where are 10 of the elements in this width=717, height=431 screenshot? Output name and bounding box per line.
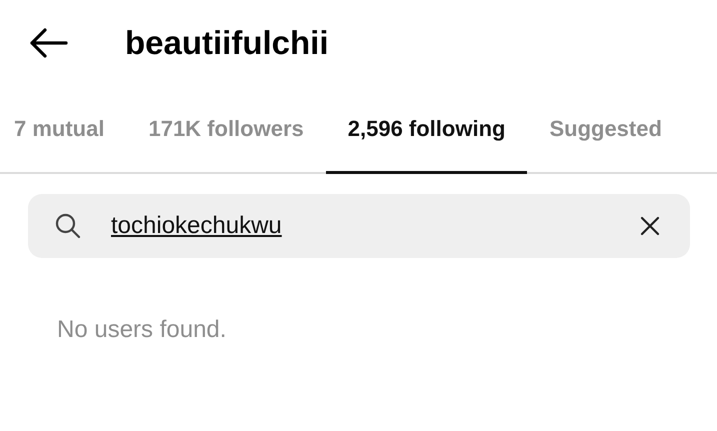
search-icon bbox=[55, 213, 81, 239]
tab[interactable]: 7 mutual bbox=[0, 86, 126, 174]
close-icon[interactable] bbox=[640, 216, 660, 236]
tab[interactable]: Suggested bbox=[527, 86, 684, 174]
profile-username: beautiifulchii bbox=[125, 24, 329, 62]
search-field[interactable]: tochiokechukwu bbox=[28, 194, 690, 258]
back-arrow-icon[interactable] bbox=[28, 28, 68, 58]
empty-message: No users found. bbox=[57, 316, 228, 344]
tab[interactable]: 171K followers bbox=[126, 86, 326, 174]
tab[interactable]: 2,596 following bbox=[326, 86, 528, 174]
